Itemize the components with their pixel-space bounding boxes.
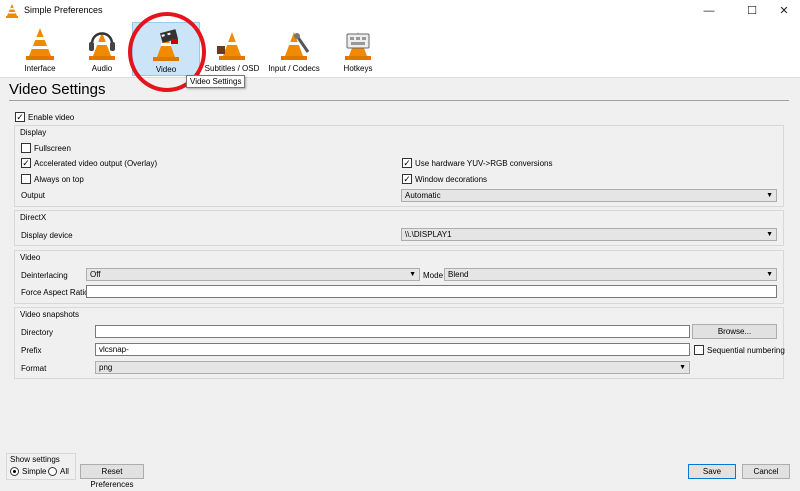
tab-interface[interactable]: Interface	[6, 22, 74, 76]
vlc-cone-icon	[26, 28, 54, 60]
close-button[interactable]: ✕	[769, 0, 799, 22]
video-snapshots-group: Video snapshots Directory Browse... Pref…	[14, 307, 785, 379]
video-group: Video Deinterlacing Off ▼ Mode Blend ▼ F…	[14, 250, 784, 304]
enable-video-label: Enable video	[28, 113, 75, 122]
window-decorations-checkbox[interactable]: ✓	[402, 174, 412, 184]
directory-label: Directory	[21, 328, 54, 337]
all-radio-label: All	[60, 467, 69, 476]
window-decorations-label: Window decorations	[415, 175, 488, 184]
fullscreen-label: Fullscreen	[34, 144, 71, 153]
tab-audio[interactable]: Audio	[68, 22, 136, 76]
tab-hotkeys-label: Hotkeys	[343, 64, 373, 73]
maximize-button[interactable]: ☐	[737, 0, 767, 22]
tab-subtitles-label: Subtitles / OSD	[204, 64, 260, 73]
hotkeys-icon	[345, 32, 371, 60]
display-group-title: Display	[20, 128, 47, 137]
aspect-ratio-input[interactable]	[86, 285, 777, 298]
minimize-button[interactable]: —	[694, 0, 724, 22]
codecs-icon	[281, 32, 310, 60]
tab-interface-label: Interface	[24, 64, 56, 73]
title-bar: Simple Preferences — ☐ ✕	[0, 0, 800, 22]
chevron-down-icon: ▼	[766, 192, 773, 199]
video-group-title: Video	[20, 253, 41, 262]
cancel-button[interactable]: Cancel	[742, 464, 790, 479]
output-select[interactable]: Automatic ▼	[401, 189, 777, 202]
vlc-cone-icon	[6, 4, 18, 18]
hardware-yuv-label: Use hardware YUV->RGB conversions	[415, 159, 553, 168]
category-toolbar: Interface Audio Video Subtitles / OSD In…	[0, 22, 800, 78]
directx-group: DirectX Display device \\.\DISPLAY1 ▼	[14, 210, 784, 246]
hardware-yuv-checkbox[interactable]: ✓	[402, 158, 412, 168]
reset-preferences-button[interactable]: Reset Preferences	[80, 464, 144, 489]
output-select-value: Automatic	[405, 191, 441, 200]
all-radio[interactable]	[48, 467, 57, 476]
headphones-icon	[89, 32, 115, 60]
chevron-down-icon: ▼	[409, 271, 416, 278]
simple-radio[interactable]	[10, 467, 19, 476]
tab-input-codecs[interactable]: Input / Codecs	[260, 22, 328, 76]
accelerated-output-label: Accelerated video output (Overlay)	[34, 159, 158, 168]
tab-hotkeys[interactable]: Hotkeys	[324, 22, 392, 76]
deinterlacing-select[interactable]: Off ▼	[86, 268, 420, 281]
tooltip: Video Settings	[186, 75, 246, 88]
simple-radio-label: Simple	[22, 467, 47, 476]
format-label: Format	[21, 364, 47, 373]
directory-input[interactable]	[95, 325, 690, 338]
subtitles-icon	[217, 32, 245, 60]
format-value: png	[99, 363, 113, 372]
snapshots-group-title: Video snapshots	[20, 310, 80, 319]
format-select[interactable]: png ▼	[95, 361, 690, 374]
page-title: Video Settings	[9, 81, 106, 98]
save-button[interactable]: Save	[688, 464, 736, 479]
enable-video-checkbox[interactable]: ✓	[15, 112, 25, 122]
always-on-top-label: Always on top	[34, 175, 84, 184]
display-group: Display Fullscreen ✓ Accelerated video o…	[14, 125, 784, 207]
browse-button[interactable]: Browse...	[692, 324, 777, 339]
mode-label: Mode	[423, 271, 444, 280]
mode-value: Blend	[448, 270, 469, 279]
tab-subtitles-osd[interactable]: Subtitles / OSD	[198, 22, 266, 76]
chevron-down-icon: ▼	[766, 231, 773, 238]
display-device-label: Display device	[21, 231, 73, 240]
directx-group-title: DirectX	[20, 213, 47, 222]
prefix-input[interactable]: vlcsnap-	[95, 343, 690, 356]
mode-select[interactable]: Blend ▼	[444, 268, 777, 281]
always-on-top-checkbox[interactable]	[21, 174, 31, 184]
tab-input-codecs-label: Input / Codecs	[268, 64, 320, 73]
display-device-select[interactable]: \\.\DISPLAY1 ▼	[401, 228, 777, 241]
output-label: Output	[21, 191, 46, 200]
aspect-ratio-label: Force Aspect Ratio	[21, 288, 89, 297]
deinterlacing-value: Off	[90, 270, 101, 279]
chevron-down-icon: ▼	[766, 271, 773, 278]
window-title: Simple Preferences	[24, 5, 103, 15]
fullscreen-checkbox[interactable]	[21, 143, 31, 153]
sequential-numbering-label: Sequential numbering	[707, 346, 785, 355]
accelerated-output-checkbox[interactable]: ✓	[21, 158, 31, 168]
title-divider	[9, 100, 789, 101]
display-device-value: \\.\DISPLAY1	[405, 230, 452, 239]
sequential-numbering-checkbox[interactable]	[694, 345, 704, 355]
chevron-down-icon: ▼	[679, 364, 686, 371]
deinterlacing-label: Deinterlacing	[21, 271, 68, 280]
prefix-label: Prefix	[21, 346, 42, 355]
tab-audio-label: Audio	[91, 64, 113, 73]
show-settings-title: Show settings	[10, 455, 60, 464]
